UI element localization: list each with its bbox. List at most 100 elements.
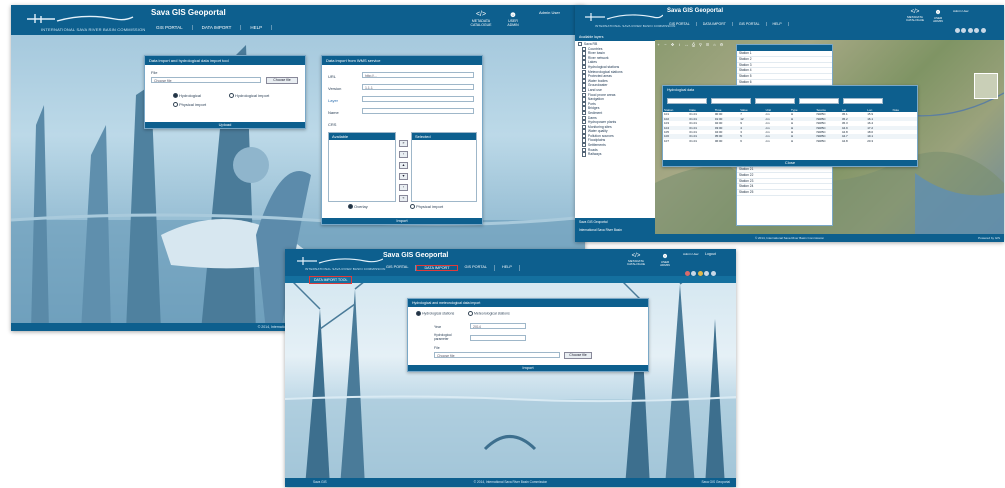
grid-cell: 20.3 [867, 138, 874, 143]
move-up-button[interactable]: ▲ [399, 162, 408, 169]
layer-tree-item-label: Dams [587, 115, 597, 120]
filter-input[interactable] [755, 98, 795, 104]
filter-input[interactable] [667, 98, 707, 104]
subnav-data-import-tool[interactable]: DATA IMPORT TOOL [309, 276, 353, 284]
nav-gis-portal[interactable]: GIS PORTAL [379, 265, 417, 271]
radio-hydrological-import[interactable]: Hydrological import [229, 93, 269, 99]
table-row[interactable]: 107 01.01 06:00 6 cm H ISRBC 44.8 20.3 [663, 139, 917, 143]
overview-map[interactable] [974, 73, 998, 99]
radio-physical-import[interactable]: Physical import [410, 204, 443, 210]
nav-data-import[interactable]: DATA IMPORT [416, 265, 458, 271]
footer-text: © 2014, International Sava River Basin C… [473, 480, 548, 484]
radio-overlay[interactable]: Overlay [348, 204, 368, 210]
layer-tree-item-label: Pollution sources [587, 133, 614, 138]
logout-button[interactable]: Logout [705, 252, 716, 256]
selected-list[interactable]: Selected [411, 132, 477, 202]
name-input[interactable] [362, 108, 474, 114]
logo-caption: INTERNATIONAL SAVA RIVER BASIN COMMISSIO… [41, 27, 146, 32]
app-header: INTERNATIONAL SAVA RIVER BASIN COMMISSIO… [575, 5, 1004, 33]
app-title: Sava GIS Geoportal [383, 252, 449, 259]
radio-hydrological[interactable]: Hydrological [173, 93, 201, 99]
url-input[interactable]: http://... [362, 72, 474, 78]
user-admin-button[interactable]: ☻ USER ADMIN [931, 9, 945, 24]
metadata-catalogue-button[interactable]: </> METADATA CATALOGUE [905, 9, 925, 23]
move-all-left-button[interactable]: « [399, 195, 408, 202]
file-input[interactable]: Choose file [151, 77, 261, 83]
nav-data-import[interactable]: DATA IMPORT [193, 25, 242, 30]
grid-cell: 44.8 [841, 138, 848, 143]
layer-tree-item-label: Hydrological stations [587, 65, 620, 70]
filter-input[interactable] [799, 98, 839, 104]
grid-title: Hydrological data [663, 86, 917, 94]
metadata-label: METADATA CATALOGUE [626, 259, 646, 267]
grid-cell: ISRBC [816, 138, 826, 143]
metadata-catalogue-button[interactable]: </> METADATA CATALOGUE [469, 11, 493, 27]
home-icon[interactable]: ⌂ [712, 42, 717, 47]
choose-file-button[interactable]: Choose file [564, 352, 592, 359]
layer-input[interactable] [362, 96, 474, 102]
grid-cell: H [791, 138, 794, 143]
print-icon[interactable]: ⎙ [691, 42, 696, 47]
code-icon: </> [475, 11, 487, 18]
map-view[interactable]: + − ✥ i ↔ ⎙ ⚲ ☰ ⌂ ⚙ Station 1 Station 2 Station 3 St… [655, 33, 1004, 234]
logo-caption: INTERNATIONAL SAVA RIVER BASIN COMMISSIO… [305, 267, 386, 271]
filter-input[interactable] [843, 98, 883, 104]
user-admin-label: USER ADMIN [660, 260, 670, 268]
zoom-in-icon[interactable]: + [656, 42, 661, 47]
layer-tree-item-label: Settlements [587, 143, 606, 148]
user-admin-button[interactable]: ☻ USER ADMIN [657, 253, 673, 268]
list-item[interactable]: Station 25 [737, 190, 832, 196]
nav-gis-portal[interactable]: GIS PORTAL [663, 22, 697, 26]
layer-tree-item[interactable]: Railways [578, 152, 652, 157]
nav-help[interactable]: HELP [495, 265, 520, 271]
nav-data-import[interactable]: DATA IMPORT [697, 22, 733, 26]
info-icon[interactable]: i [677, 42, 682, 47]
parameter-select[interactable] [470, 335, 526, 341]
nav-gis-portal[interactable]: GIS PORTAL [147, 25, 193, 30]
crs-label: CRS [328, 122, 337, 127]
radio-meteorological-stations[interactable]: Meteorological stations [468, 311, 510, 316]
layer-tree-item-label: Floodplains [587, 138, 606, 143]
screenshot-hydrological-data-import: INTERNATIONAL SAVA RIVER BASIN COMMISSIO… [285, 249, 736, 487]
import-button[interactable]: Import [322, 218, 482, 224]
filter-input[interactable] [711, 98, 751, 104]
nav-gis-portal-2[interactable]: GIS PORTAL [458, 265, 495, 271]
radio-physical-import[interactable]: Physical import [173, 102, 206, 108]
nav-help[interactable]: HELP [241, 25, 273, 30]
import-button[interactable]: Import [408, 365, 648, 371]
measure-icon[interactable]: ↔ [684, 42, 689, 47]
layer-tree-item-label: Water bodies [587, 78, 608, 83]
upload-button[interactable]: Upload [145, 122, 305, 128]
radio-dot [410, 204, 415, 210]
panel-title: Data import from WMS service [322, 56, 482, 65]
zoom-out-icon[interactable]: − [663, 42, 668, 47]
radio-hydrological-stations[interactable]: Hydrological stations [416, 311, 454, 316]
layer-tree-item-label: Bridges [587, 106, 600, 111]
settings-icon[interactable]: ⚙ [719, 42, 724, 47]
grid-close-button[interactable]: Close [663, 160, 917, 166]
layer-tree-item-label: Navigation [587, 97, 604, 102]
app-title: Sava GIS Geoportal [151, 8, 226, 17]
layers-icon[interactable]: ☰ [705, 42, 710, 47]
metadata-catalogue-button[interactable]: </> METADATA CATALOGUE [625, 253, 647, 267]
user-admin-button[interactable]: ☻ USER ADMIN [506, 10, 520, 27]
version-input[interactable]: 1.1.1 [362, 84, 474, 90]
app-header: INTERNATIONAL SAVA RIVER BASIN COMMISSIO… [285, 249, 736, 276]
nav-help[interactable]: HELP [767, 22, 789, 26]
year-label: Year [434, 325, 442, 329]
move-all-right-button[interactable]: » [399, 140, 408, 147]
move-left-button[interactable]: ‹ [399, 184, 408, 191]
choose-file-button[interactable]: Choose file [266, 77, 298, 84]
search-icon[interactable]: ⚲ [698, 42, 703, 47]
checkbox-icon[interactable] [582, 152, 587, 157]
admin-user-name: Admin User [539, 10, 560, 15]
file-input[interactable]: Choose file [434, 352, 560, 358]
pan-icon[interactable]: ✥ [670, 42, 675, 47]
grid-cell: 06:00 [714, 138, 723, 143]
available-list[interactable]: Available [328, 132, 396, 202]
nav-gis-portal-2[interactable]: GIS PORTAL [733, 22, 767, 26]
tree-footer-1: Sava GIS Geoportal [575, 218, 655, 226]
move-right-button[interactable]: › [399, 151, 408, 158]
move-down-button[interactable]: ▼ [399, 173, 408, 180]
year-select[interactable]: 2014 [470, 323, 526, 329]
